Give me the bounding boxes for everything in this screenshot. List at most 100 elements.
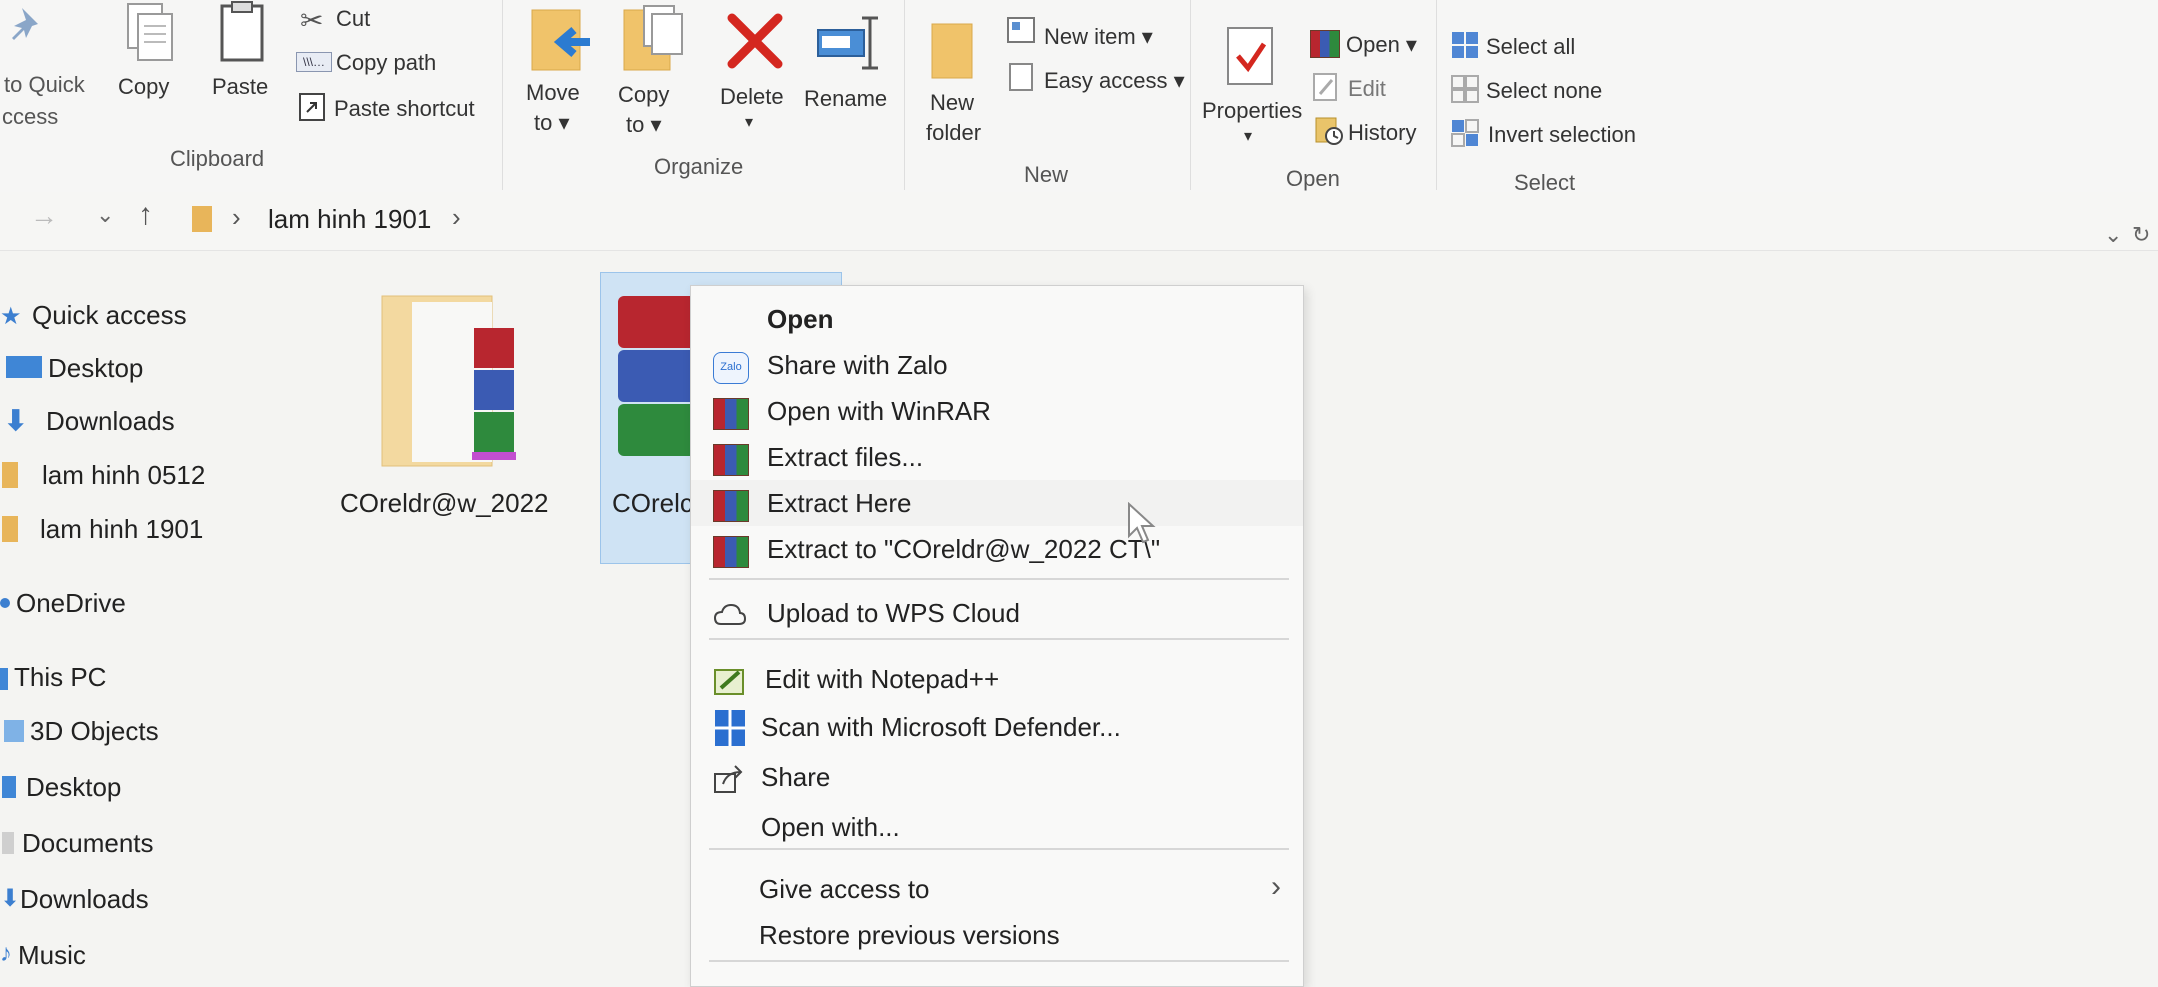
nav-3d-objects[interactable]: 3D Objects	[30, 716, 159, 747]
scissors-icon[interactable]: ✂	[300, 4, 323, 37]
nav-desktop[interactable]: Desktop	[48, 353, 143, 384]
rename-button[interactable]: Rename	[804, 86, 887, 112]
copy-to-button[interactable]: Copy	[618, 82, 669, 108]
nav-this-pc[interactable]: This PC	[14, 662, 106, 693]
menu-item-edit-notepad[interactable]: Edit with Notepad++	[691, 656, 1303, 702]
winrar-icon	[713, 490, 749, 522]
menu-item-extract-here[interactable]: Extract Here	[691, 480, 1303, 526]
star-icon: ★	[0, 303, 22, 330]
rename-icon[interactable]	[814, 14, 884, 72]
copy-path-button[interactable]: Copy path	[336, 50, 436, 76]
new-folder-button-2[interactable]: folder	[926, 120, 981, 146]
pin-icon[interactable]	[8, 4, 48, 44]
paste-shortcut-button[interactable]: Paste shortcut	[334, 96, 475, 122]
menu-separator	[709, 638, 1289, 640]
menu-item-open-winrar[interactable]: Open with WinRAR	[691, 388, 1303, 434]
easy-access-icon[interactable]	[1008, 62, 1036, 92]
cloud-icon	[713, 603, 747, 625]
nav-music[interactable]: Music	[18, 940, 86, 971]
copy-icon[interactable]	[120, 0, 180, 64]
properties-button[interactable]: Properties	[1202, 98, 1302, 124]
nav-documents[interactable]: Documents	[22, 828, 154, 859]
up-arrow-icon[interactable]: ↑	[138, 198, 153, 232]
open-button[interactable]: Open ▾	[1346, 32, 1417, 58]
move-to-button[interactable]: Move	[526, 80, 580, 106]
invert-selection-button[interactable]: Invert selection	[1488, 122, 1636, 148]
music-icon: ♪	[0, 940, 12, 967]
nav-lam-hinh-1901[interactable]: lam hinh 1901	[40, 514, 203, 545]
history-icon[interactable]	[1314, 116, 1344, 146]
winrar-icon	[713, 398, 749, 430]
menu-item-upload-wps[interactable]: Upload to WPS Cloud	[691, 590, 1303, 636]
menu-item-restore-versions[interactable]: Restore previous versions	[691, 912, 1303, 958]
desktop-icon	[6, 356, 42, 378]
menu-separator	[709, 960, 1289, 962]
invert-selection-icon[interactable]	[1450, 118, 1480, 148]
context-menu: Open Zalo Share with Zalo Open with WinR…	[690, 285, 1304, 987]
delete-button[interactable]: Delete	[720, 84, 784, 110]
edit-icon[interactable]	[1312, 72, 1340, 102]
menu-item-extract-files[interactable]: Extract files...	[691, 434, 1303, 480]
folder-icon	[2, 462, 18, 488]
select-all-button[interactable]: Select all	[1486, 34, 1575, 60]
new-item-icon[interactable]	[1006, 16, 1036, 44]
easy-access-button[interactable]: Easy access ▾	[1044, 68, 1185, 94]
nav-lam-hinh-0512[interactable]: lam hinh 0512	[42, 460, 205, 491]
menu-item-extract-to[interactable]: Extract to "COreldr@w_2022 CT\"	[691, 526, 1303, 572]
zalo-icon: Zalo	[713, 352, 749, 384]
menu-separator	[709, 848, 1289, 850]
pin-quick-access-label[interactable]: to Quick	[4, 72, 85, 98]
share-icon	[714, 765, 743, 793]
nav-desktop-pc[interactable]: Desktop	[26, 772, 121, 803]
delete-icon[interactable]	[726, 12, 784, 70]
copy-to-arrow[interactable]: to ▾	[626, 112, 662, 138]
winrar-icon[interactable]	[1310, 30, 1340, 58]
pin-quick-access-label-2: ccess	[2, 104, 59, 129]
cut-button[interactable]: Cut	[336, 6, 370, 32]
delete-dropdown[interactable]: ▾	[745, 112, 753, 132]
cloud-icon	[0, 598, 10, 608]
paste-button[interactable]: Paste	[212, 74, 268, 100]
move-to-icon[interactable]	[530, 6, 594, 72]
properties-dropdown[interactable]: ▾	[1244, 126, 1252, 146]
new-item-button[interactable]: New item ▾	[1044, 24, 1153, 50]
new-folder-button[interactable]: New	[930, 90, 974, 116]
address-dropdown-icon[interactable]: ⌄	[2104, 222, 2122, 248]
menu-item-label: Open with WinRAR	[767, 396, 991, 426]
nav-downloads-pc[interactable]: Downloads	[20, 884, 149, 915]
breadcrumb-lam-hinh-1901[interactable]: lam hinh 1901	[268, 204, 431, 235]
paste-icon[interactable]	[214, 0, 270, 64]
history-button[interactable]: History	[1348, 120, 1416, 146]
forward-arrow-icon[interactable]: →	[30, 200, 58, 232]
select-all-icon[interactable]	[1450, 30, 1480, 60]
breadcrumb-chevron-end[interactable]: ›	[452, 202, 461, 233]
menu-item-give-access[interactable]: Give access to ›	[691, 866, 1303, 912]
menu-item-share[interactable]: Share	[691, 754, 1303, 800]
menu-item-share-zalo[interactable]: Zalo Share with Zalo	[691, 342, 1303, 388]
refresh-icon[interactable]: ↻	[2132, 222, 2150, 248]
nav-quick-access[interactable]: Quick access	[32, 300, 187, 331]
winrar-icon	[713, 444, 749, 476]
copy-to-icon[interactable]	[622, 4, 686, 72]
copy-button[interactable]: Copy	[118, 74, 169, 100]
address-bar: → ⌄ ↑ › lam hinh 1901 › ⌄ ↻	[0, 192, 2158, 251]
folder-icon	[192, 206, 212, 232]
menu-item-open-with[interactable]: Open with...	[691, 804, 1303, 850]
move-to-arrow[interactable]: to ▾	[534, 110, 570, 136]
select-none-icon[interactable]	[1450, 74, 1480, 104]
menu-item-label: Scan with Microsoft Defender...	[761, 712, 1121, 742]
nav-onedrive[interactable]: OneDrive	[16, 588, 126, 619]
nav-downloads[interactable]: Downloads	[46, 406, 175, 437]
new-folder-icon[interactable]	[930, 20, 976, 80]
chevron-down-icon[interactable]: ⌄	[96, 202, 114, 228]
edit-button[interactable]: Edit	[1348, 76, 1386, 102]
chevron-right-icon: ›	[1271, 870, 1281, 903]
select-none-button[interactable]: Select none	[1486, 78, 1602, 104]
winrar-icon	[713, 536, 749, 568]
paste-shortcut-icon[interactable]	[298, 92, 326, 122]
menu-item-open[interactable]: Open	[691, 296, 1303, 342]
properties-icon[interactable]	[1226, 26, 1276, 88]
menu-item-scan-defender[interactable]: Scan with Microsoft Defender...	[691, 704, 1303, 750]
copy-path-icon[interactable]: \\\…	[296, 52, 332, 72]
menu-item-label: Extract Here	[767, 488, 912, 518]
